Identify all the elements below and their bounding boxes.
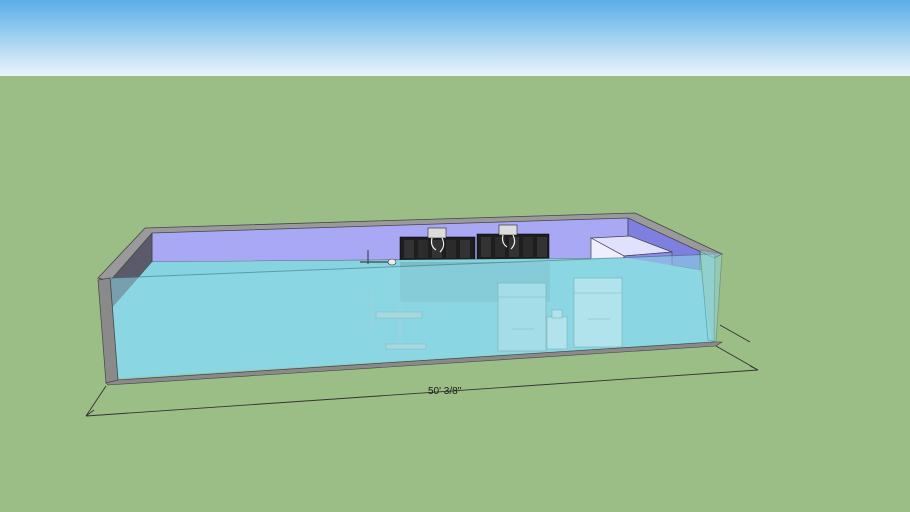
3d-scene[interactable] — [0, 0, 910, 512]
dimension-label: 50' 3/8" — [428, 386, 462, 397]
model-viewport[interactable]: 50' 3/8" — [0, 0, 910, 512]
sky — [0, 0, 910, 76]
